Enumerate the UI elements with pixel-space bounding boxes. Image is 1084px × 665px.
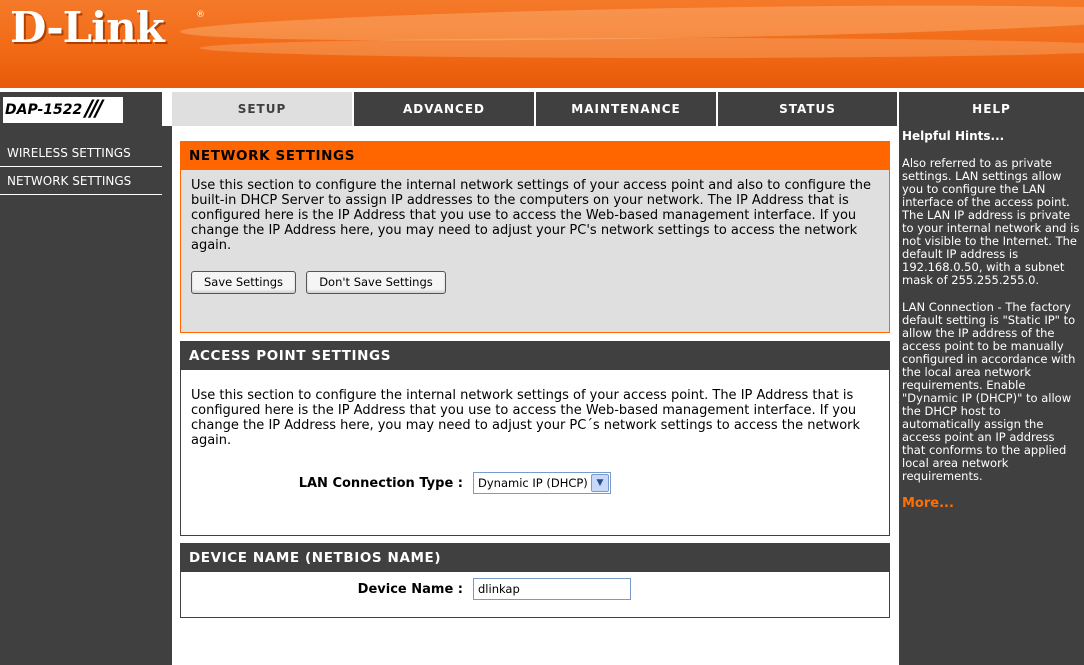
help-panel: Helpful Hints... Also referred to as pri… [899,126,1084,665]
chevron-down-icon[interactable]: ▼ [591,474,609,492]
helpful-hints-title: Helpful Hints... [902,129,1005,143]
access-point-settings-title: ACCESS POINT SETTINGS [181,342,889,370]
top-nav: DAP-1522 /// SETUP ADVANCED MAINTENANCE … [0,92,1084,126]
device-name-label: Device Name : [357,581,463,597]
access-point-description: Use this section to configure the intern… [191,388,861,448]
tab-advanced[interactable]: ADVANCED [354,92,536,126]
more-link[interactable]: More... [902,497,1081,510]
lan-connection-type-value: Dynamic IP (DHCP) [478,476,588,490]
sidebar-item-network-settings[interactable]: NETWORK SETTINGS [0,168,162,195]
model-badge: DAP-1522 /// [0,92,162,126]
network-settings-panel: NETWORK SETTINGS Use this section to con… [180,141,890,333]
tab-maintenance[interactable]: MAINTENANCE [536,92,718,126]
tab-help[interactable]: HELP [899,92,1084,126]
lan-connection-type-select[interactable]: Dynamic IP (DHCP) ▼ [473,472,611,494]
device-name-input[interactable]: dlinkap [473,578,631,600]
lan-connection-type-label: LAN Connection Type : [298,475,463,491]
dlink-logo: D-Link [10,3,165,52]
banner-swoosh [200,38,1084,58]
header-banner: D-Link ® [0,0,1084,88]
sidebar-item-wireless-settings[interactable]: WIRELESS SETTINGS [0,140,162,167]
tab-setup[interactable]: SETUP [172,92,354,126]
model-name: DAP-1522 [5,102,83,118]
sidebar: WIRELESS SETTINGS NETWORK SETTINGS [0,126,172,665]
tab-status[interactable]: STATUS [718,92,899,126]
device-name-title: DEVICE NAME (NETBIOS NAME) [181,544,889,572]
save-settings-button[interactable]: Save Settings [191,271,297,294]
registered-mark: ® [196,10,205,20]
help-paragraph-connection: LAN Connection - The factory default set… [902,300,1076,483]
help-paragraph-lan: Also referred to as private settings. LA… [902,156,1080,287]
device-name-panel: DEVICE NAME (NETBIOS NAME) Device Name :… [180,543,890,618]
network-settings-description: Use this section to configure the intern… [191,178,871,253]
access-point-settings-panel: ACCESS POINT SETTINGS Use this section t… [180,341,890,536]
dont-save-settings-button[interactable]: Don't Save Settings [306,271,446,294]
model-slashes: /// [85,97,103,122]
network-settings-title: NETWORK SETTINGS [181,142,889,170]
